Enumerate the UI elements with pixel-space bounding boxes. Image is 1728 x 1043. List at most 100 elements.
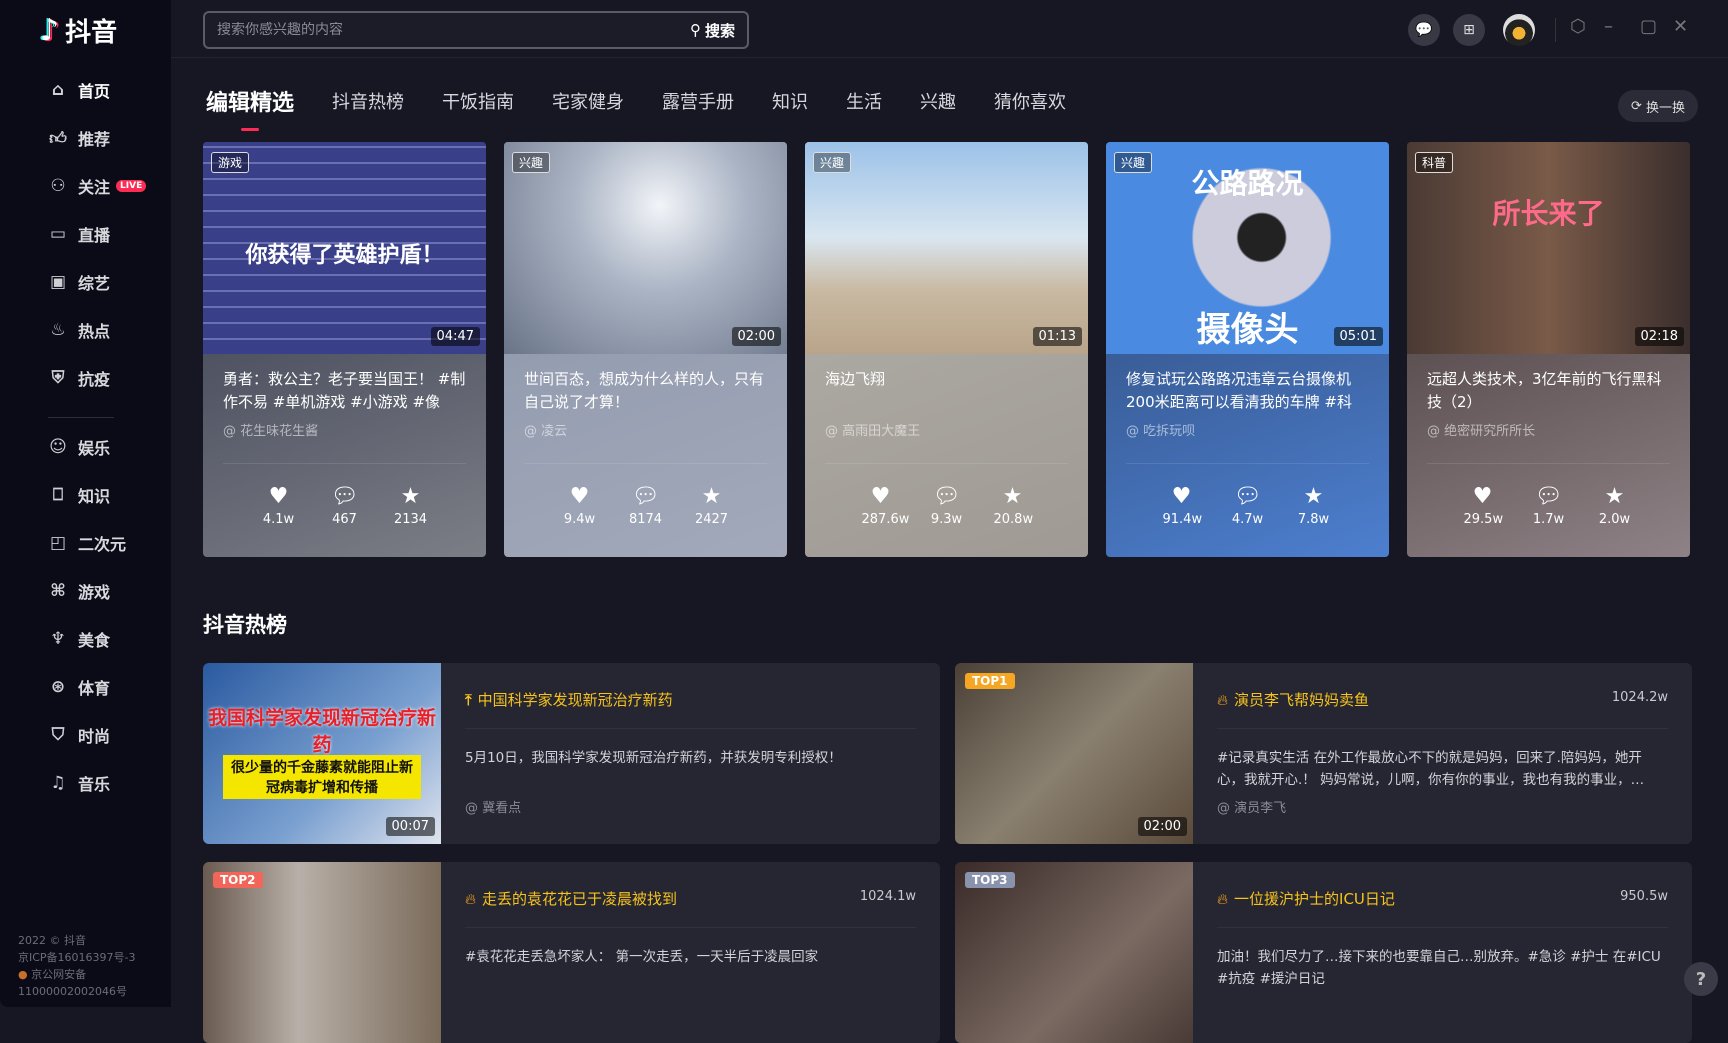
thumbs-up-icon: 👍︎: [49, 128, 67, 149]
ball-icon: ⊛: [50, 677, 66, 697]
like-count: 9.4w: [563, 512, 596, 527]
police-link[interactable]: ● 京公网安备: [18, 966, 136, 983]
police-label: 京公网安备: [31, 968, 87, 981]
tiktok-note-icon: ♪: [40, 13, 60, 48]
tab-5[interactable]: 知识: [772, 88, 808, 117]
duration: 04:47: [430, 327, 480, 346]
sidebar-item-3[interactable]: ▭ 直播: [48, 222, 110, 246]
sidebar-item-9[interactable]: ◰ 二次元: [48, 531, 126, 555]
hot-title[interactable]: ⤒ 中国科学家发现新冠治疗新药: [465, 689, 916, 710]
duration: 02:00: [731, 327, 781, 346]
hot-list-item[interactable]: 我国科学家发现新冠治疗新药 很少量的千金藤素就能阻止新冠病毒扩增和传播 00:07 ⤒…: [203, 663, 940, 844]
tab-4[interactable]: 露营手册: [662, 88, 734, 117]
comment-stat[interactable]: 💬︎ 9.3w: [928, 484, 966, 527]
hot-divider: [1217, 728, 1668, 729]
sidebar-item-1[interactable]: 👍︎ 推荐: [48, 126, 110, 150]
category-tabs: 编辑精选 抖音热榜 干饭指南 宅家健身 露营手册 知识 生活 兴趣 猜你喜欢: [206, 85, 1104, 131]
video-card[interactable]: 公路路况 摄像头 兴趣 05:01 修复试玩公路路况违章云台摄像机 200米距离可…: [1106, 142, 1389, 557]
settings-icon[interactable]: ⬡: [1570, 16, 1586, 37]
sidebar-item-0[interactable]: ⌂ 首页: [48, 78, 110, 102]
duration: 00:07: [385, 817, 435, 836]
author[interactable]: @ 高雨田大魔王: [825, 420, 1068, 439]
comment-stat[interactable]: 💬︎ 1.7w: [1530, 484, 1568, 527]
hot-title[interactable]: 🔥︎ 一位援沪护士的ICU日记: [1217, 888, 1668, 909]
comment-stat[interactable]: 💬︎ 4.7w: [1229, 484, 1267, 527]
sidebar-item-5[interactable]: ♨ 热点: [48, 318, 110, 342]
favorite-stat[interactable]: ★ 7.8w: [1295, 484, 1333, 527]
author[interactable]: @ 花生味花生酱: [223, 420, 466, 439]
like-stat[interactable]: ♥ 287.6w: [862, 484, 910, 527]
help-icon[interactable]: ?: [1684, 962, 1718, 996]
tab-6[interactable]: 生活: [846, 88, 882, 117]
tab-0[interactable]: 编辑精选: [206, 85, 294, 131]
minimize-icon[interactable]: –: [1604, 16, 1613, 37]
douyin-logo[interactable]: ♪ 抖音: [40, 12, 117, 49]
sidebar-item-13[interactable]: ⛉ 时尚: [48, 723, 110, 747]
search-input[interactable]: [217, 22, 690, 38]
avatar[interactable]: [1503, 14, 1535, 46]
hot-title[interactable]: 🔥︎ 走丢的袁花花已于凌晨被找到: [465, 888, 916, 909]
card-divider: [1126, 463, 1369, 464]
bookmark-icon: ⎕: [52, 485, 64, 505]
video-title[interactable]: 世间百态，想成为什么样的人，只有自己说了才算！: [524, 368, 767, 414]
hot-list-item[interactable]: TOP2 🔥︎ 走丢的袁花花已于凌晨被找到 1024.1w #袁花花走丢急坏家人： …: [203, 862, 940, 1043]
favorite-stat[interactable]: ★ 2427: [693, 484, 731, 527]
favorite-stat[interactable]: ★ 20.8w: [994, 484, 1034, 527]
tab-8[interactable]: 猜你喜欢: [994, 88, 1066, 117]
favorite-stat[interactable]: ★ 2134: [392, 484, 430, 527]
tab-3[interactable]: 宅家健身: [552, 88, 624, 117]
video-card[interactable]: 兴趣 02:00 世间百态，想成为什么样的人，只有自己说了才算！ @ 凌云 ♥ 9…: [504, 142, 787, 557]
thumbnail-caption-2: 很少量的千金藤素就能阻止新冠病毒扩增和传播: [223, 755, 421, 799]
tab-1[interactable]: 抖音热榜: [332, 88, 404, 117]
icp-link[interactable]: 京ICP备16016397号-3: [18, 949, 136, 966]
like-stat[interactable]: ♥ 91.4w: [1163, 484, 1203, 527]
sidebar-item-label: 热点: [78, 322, 111, 341]
video-card[interactable]: 你获得了英雄护盾！ 游戏 04:47 勇者：救公主？老子要当国王！ #制作不易 …: [203, 142, 486, 557]
comment-count: 467: [332, 512, 357, 527]
video-title[interactable]: 海边飞翔: [825, 368, 1068, 414]
message-icon[interactable]: 💬: [1408, 14, 1440, 46]
sidebar-item-7[interactable]: ☺ 娱乐: [48, 435, 110, 459]
sidebar-item-4[interactable]: ▣ 综艺: [48, 270, 110, 294]
close-icon[interactable]: ✕: [1673, 16, 1688, 37]
refresh-button[interactable]: ⟳ 换一换: [1618, 90, 1698, 122]
video-title[interactable]: 修复试玩公路路况违章云台摄像机 200米距离可以看清我的车牌 #科技…: [1126, 368, 1369, 414]
video-title[interactable]: 远超人类技术，3亿年前的飞行黑科技（2）: [1427, 368, 1670, 414]
video-title[interactable]: 勇者：救公主？老子要当国王！ #制作不易 #单机游戏 #小游戏 #像素…: [223, 368, 466, 414]
author[interactable]: @ 凌云: [524, 420, 767, 439]
hot-title[interactable]: 🔥︎ 演员李飞帮妈妈卖鱼: [1217, 689, 1668, 710]
tab-2[interactable]: 干饭指南: [442, 88, 514, 117]
comment-stat[interactable]: 💬︎ 8174: [627, 484, 665, 527]
comment-stat[interactable]: 💬︎ 467: [326, 484, 364, 527]
sidebar-item-10[interactable]: ⌘ 游戏: [48, 579, 110, 603]
hot-author[interactable]: @ 演员李飞: [1217, 797, 1668, 816]
video-card[interactable]: 兴趣 01:13 海边飞翔 @ 高雨田大魔王 ♥ 287.6w 💬︎ 9.3w ★ 2…: [805, 142, 1088, 557]
hot-list-item[interactable]: TOP1 02:00 🔥︎ 演员李飞帮妈妈卖鱼 1024.2w #记录真实生活 在外工…: [955, 663, 1692, 844]
sidebar-item-12[interactable]: ⊛ 体育: [48, 675, 110, 699]
card-divider: [223, 463, 466, 464]
author[interactable]: @ 绝密研究所所长: [1427, 420, 1670, 439]
hot-author[interactable]: @ 冀看点: [465, 797, 916, 816]
sidebar-item-14[interactable]: ♫ 音乐: [48, 771, 110, 795]
search-button[interactable]: ⚲ 搜索: [690, 20, 735, 41]
author[interactable]: @ 吃拆玩呗: [1126, 420, 1369, 439]
sidebar-item-6[interactable]: ⛨ 抗疫: [48, 366, 110, 390]
like-stat[interactable]: ♥ 29.5w: [1464, 484, 1504, 527]
upload-video-icon[interactable]: ⊞: [1453, 14, 1485, 46]
favorite-stat[interactable]: ★ 2.0w: [1596, 484, 1634, 527]
like-stat[interactable]: ♥ 4.1w: [260, 484, 298, 527]
sidebar-item-8[interactable]: ⎕ 知识: [48, 483, 110, 507]
gamepad-icon: ⌘: [50, 581, 66, 601]
like-stat[interactable]: ♥ 9.4w: [561, 484, 599, 527]
sidebar-item-11[interactable]: ♆ 美食: [48, 627, 110, 651]
comment-count: 1.7w: [1532, 512, 1565, 527]
video-card[interactable]: 所长来了 科普 02:18 远超人类技术，3亿年前的飞行黑科技（2） @ 绝密研…: [1407, 142, 1690, 557]
hot-divider: [465, 728, 916, 729]
hot-list-item[interactable]: TOP3 🔥︎ 一位援沪护士的ICU日记 950.5w 加油！我们尽力了…接下来的也…: [955, 862, 1692, 1043]
rank-badge: TOP1: [965, 673, 1015, 689]
tab-7[interactable]: 兴趣: [920, 88, 956, 117]
maximize-icon[interactable]: ▢: [1640, 16, 1657, 37]
sidebar-item-2[interactable]: ⚇ 关注 LIVE: [48, 174, 147, 198]
hot-thumbnail: TOP1 02:00: [955, 663, 1193, 844]
police-badge-icon: ●: [18, 968, 28, 981]
